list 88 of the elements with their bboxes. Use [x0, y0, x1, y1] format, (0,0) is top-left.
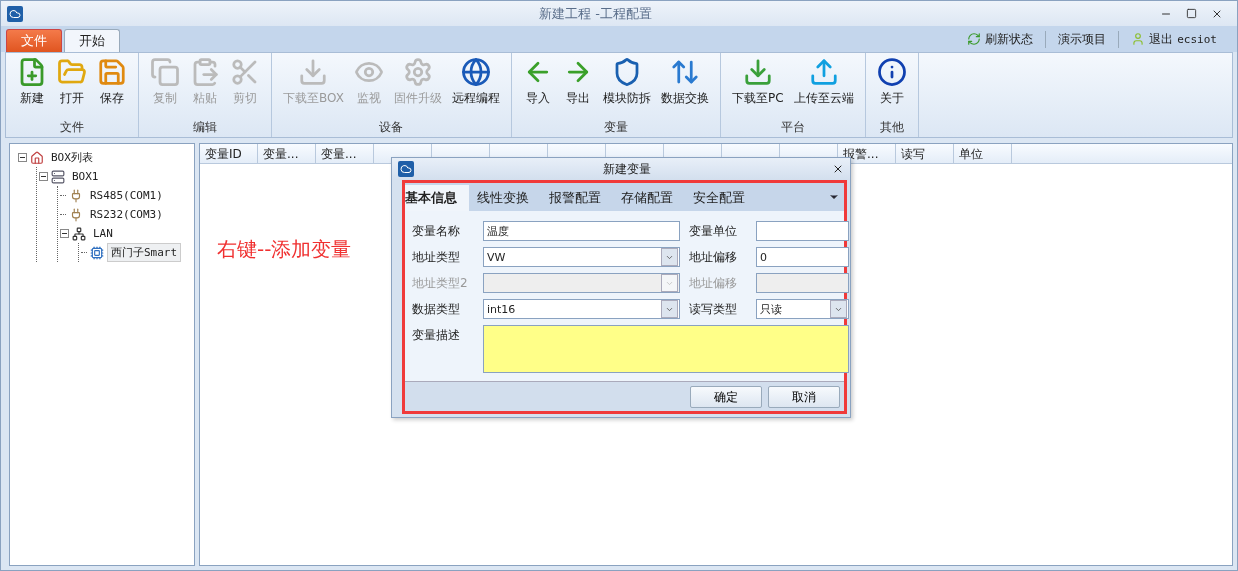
group-label: 编辑	[192, 119, 218, 136]
column-header[interactable]: 单位	[954, 144, 1012, 163]
dialog-button[interactable]: 确定	[690, 386, 762, 408]
tree-item[interactable]: RS232(COM3)	[86, 206, 167, 223]
annotation-text: 右键--添加变量	[217, 236, 352, 263]
tree-item[interactable]: 西门子Smart	[107, 243, 182, 262]
copy-icon	[150, 57, 180, 87]
dialog-tab[interactable]: 报警配置	[541, 185, 613, 211]
column-header[interactable]: 变量...	[316, 144, 374, 163]
field-label: 地址偏移	[689, 249, 738, 266]
column-header[interactable]: 读写	[896, 144, 954, 163]
field-label: 地址类型2	[412, 275, 469, 292]
caret-icon	[661, 274, 678, 292]
ribbon-button[interactable]: 远程编程	[446, 53, 505, 119]
plc-icon	[90, 245, 104, 260]
field-label: 地址类型	[412, 249, 461, 266]
device-icon	[51, 169, 65, 184]
dialog-tab[interactable]: 线性变换	[469, 185, 541, 211]
tree-item[interactable]: BOX列表	[47, 148, 97, 167]
ribbon-tab[interactable]: 开始	[64, 29, 120, 52]
ribbon-button[interactable]: 数据交换	[655, 53, 714, 119]
user-icon	[1131, 32, 1146, 46]
maximize-icon[interactable]	[1186, 7, 1197, 19]
field-label: 变量单位	[689, 223, 738, 240]
input-field[interactable]: 温度	[483, 221, 680, 241]
group-label: 设备	[378, 119, 405, 136]
caret-icon	[830, 300, 847, 318]
download-icon	[742, 57, 773, 87]
gear-icon	[402, 57, 433, 87]
app-logo-icon	[7, 5, 23, 22]
ribbon-button[interactable]: 模块防拆	[597, 53, 656, 119]
dropdown-field[interactable]: VW	[483, 247, 680, 267]
field-label: 地址偏移	[689, 275, 738, 292]
dialog-button[interactable]: 取消	[768, 386, 840, 408]
toolbar-link[interactable]: 演示项目	[1058, 30, 1107, 48]
group-label: 变量	[602, 119, 629, 136]
user-name: ecsiot	[1177, 32, 1217, 46]
ribbon-button[interactable]: 打开	[52, 53, 92, 119]
collapse-icon[interactable]	[60, 229, 69, 238]
field-label: 变量描述	[412, 327, 461, 344]
tree-item[interactable]: BOX1	[68, 168, 103, 185]
dropdown-field[interactable]: 只读	[756, 299, 849, 319]
connector-icon	[69, 188, 83, 203]
connector-icon	[69, 207, 83, 222]
dialog-tab[interactable]: 存储配置	[613, 185, 685, 211]
field-label: 变量名称	[412, 223, 461, 240]
group-label: 其他	[878, 119, 905, 136]
ribbon-button[interactable]: 下载至PC	[726, 53, 789, 119]
field-label: 数据类型	[412, 301, 461, 318]
ribbon-button[interactable]: 导出	[557, 53, 598, 119]
caret-icon	[661, 248, 678, 266]
toolbar-link[interactable]: 退出	[1149, 30, 1174, 48]
close-icon[interactable]	[832, 163, 844, 175]
tree-item[interactable]: RS485(COM1)	[86, 187, 167, 204]
dialog-tab[interactable]: 基本信息	[405, 185, 469, 211]
window-title: 新建工程 -工程配置	[538, 4, 653, 23]
column-header[interactable]: 变量...	[258, 144, 316, 163]
dialog-title: 新建变量	[602, 160, 652, 178]
refresh-icon	[967, 32, 982, 46]
input-field[interactable]	[756, 273, 849, 293]
group-label: 文件	[59, 119, 85, 136]
ribbon-button[interactable]: 导入	[517, 53, 558, 119]
input-field[interactable]	[756, 221, 849, 241]
ribbon-button[interactable]: 上传至云端	[788, 53, 859, 119]
field-label: 读写类型	[689, 301, 738, 318]
download-icon	[298, 57, 329, 87]
dialog-tab[interactable]: 安全配置	[685, 185, 757, 211]
app-logo-icon	[398, 161, 414, 177]
network-icon	[72, 226, 86, 241]
ribbon-button[interactable]: 关于	[871, 53, 912, 119]
tree-item[interactable]: LAN	[89, 225, 117, 242]
toolbar-link[interactable]: 刷新状态	[985, 30, 1034, 48]
house-icon	[30, 150, 44, 165]
column-header[interactable]: 变量ID	[200, 144, 258, 163]
dropdown-field[interactable]	[483, 273, 680, 293]
description-field[interactable]	[483, 325, 849, 373]
ribbon-button[interactable]: 新建	[12, 53, 52, 119]
upload-icon	[808, 57, 839, 87]
collapse-icon[interactable]	[39, 172, 48, 181]
input-field[interactable]: 0	[756, 247, 849, 267]
group-label: 平台	[779, 119, 806, 136]
dropdown-field[interactable]: int16	[483, 299, 680, 319]
info-icon	[876, 57, 907, 87]
globe-icon	[460, 57, 491, 87]
caret-icon	[661, 300, 678, 318]
ribbon-button[interactable]: 保存	[92, 53, 132, 119]
floppy-icon	[97, 57, 127, 87]
collapse-icon[interactable]	[18, 153, 27, 162]
